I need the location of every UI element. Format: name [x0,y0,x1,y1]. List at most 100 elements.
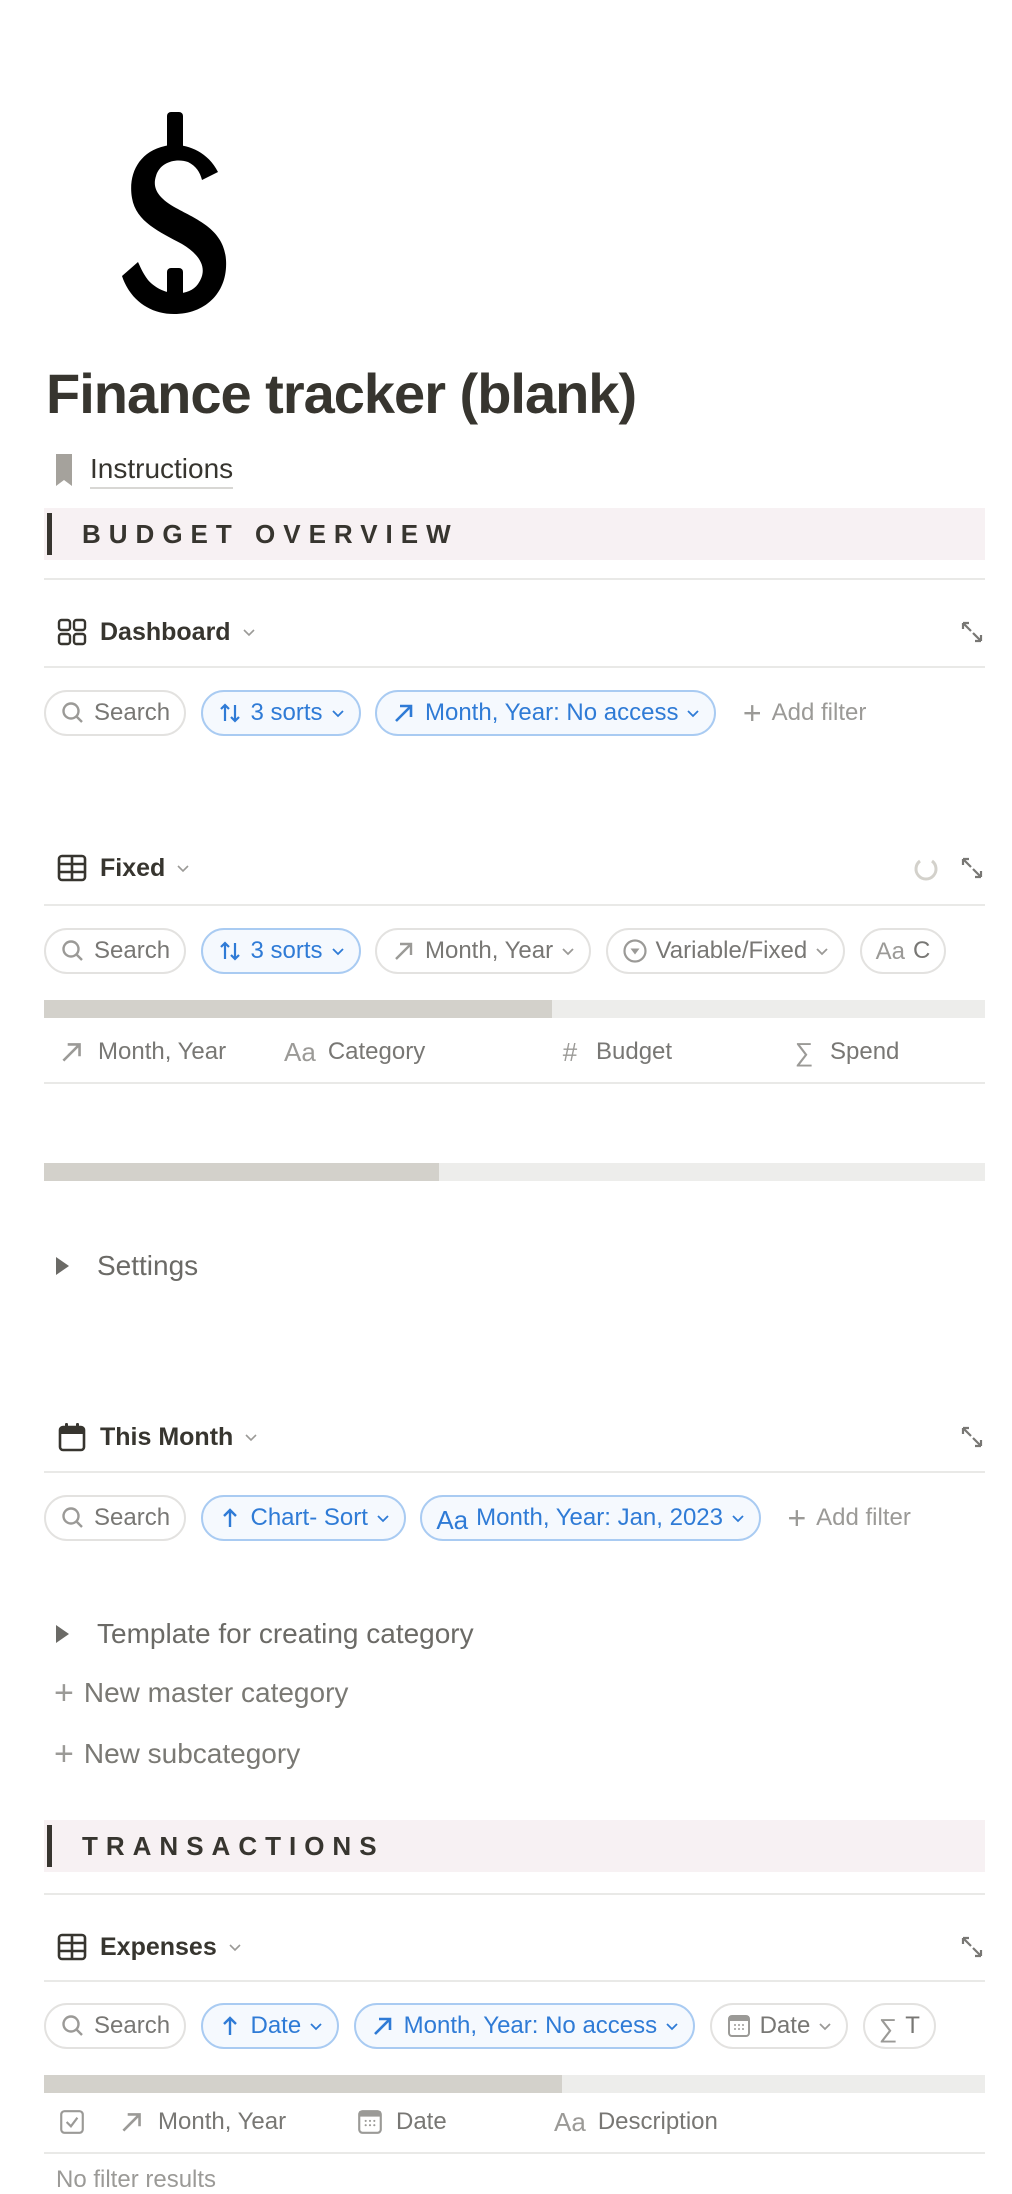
select-circle-icon [622,939,647,963]
arrow-up-icon [222,2016,237,2035]
chevron-down-icon[interactable] [227,1939,243,1955]
divider [44,666,985,668]
search-icon [62,940,83,961]
search-icon [62,1507,83,1528]
horizontal-scrollbar[interactable] [44,1163,985,1181]
chevron-down-icon [819,2023,831,2031]
relation-arrow-icon [395,704,413,722]
chevron-down-icon [331,710,344,718]
add-filter-label: Add filter [816,1504,911,1531]
add-filter-button[interactable]: + Add filter [787,1502,910,1534]
add-filter-button[interactable]: + Add filter [743,697,866,729]
chevron-down-icon[interactable] [175,860,191,876]
chevron-down-icon [816,948,828,956]
search-button[interactable]: Search [44,1495,187,1541]
expand-icon[interactable] [958,1423,986,1451]
expand-icon[interactable] [958,618,986,646]
new-master-category-button[interactable]: + New master category [54,1676,348,1710]
sort-button[interactable]: Chart- Sort [200,1495,406,1541]
column-header-month-year[interactable]: Month, Year [118,2092,286,2152]
column-header-month-year[interactable]: Month, Year [58,1022,226,1082]
category-filter[interactable]: Aa C [859,928,947,974]
month-year-filter-label: Month, Year: Jan, 2023 [476,1504,723,1531]
settings-toggle[interactable]: Settings [56,1250,198,1282]
date-filter[interactable]: Date [709,2003,849,2049]
search-label: Search [94,2012,171,2039]
view-switcher-dashboard[interactable]: Dashboard [100,618,231,647]
empty-state-text: No filter results [56,2166,217,2193]
sort-button[interactable]: Date [200,2003,340,2049]
instructions-link[interactable]: Instructions [56,450,234,490]
new-subcategory-button[interactable]: + New subcategory [54,1737,300,1771]
column-header-select[interactable] [58,2092,98,2152]
variable-fixed-filter[interactable]: Variable/Fixed [605,928,846,974]
search-label: Search [94,699,171,726]
column-header-budget[interactable]: # Budget [556,1022,672,1082]
chevron-down-icon[interactable] [243,1429,259,1445]
expenses-table-header: Month, Year Date Aa Description # [44,2092,985,2154]
sort-button[interactable]: 3 sorts [200,928,361,974]
relation-arrow-icon [373,2017,391,2035]
column-header-category[interactable]: Aa Category [284,1022,425,1082]
column-label: Budget [596,1038,673,1065]
template-toggle[interactable]: Template for creating category [56,1618,474,1650]
month-year-filter-label: Month, Year: No access [403,2012,658,2039]
divider [44,1893,985,1895]
expand-icon[interactable] [958,1933,986,1961]
chevron-down-icon [377,1515,389,1523]
view-switcher-expenses[interactable]: Expenses [100,1933,217,1962]
sort-button[interactable]: 3 sorts [200,690,361,736]
view-switcher-fixed[interactable]: Fixed [100,854,165,883]
scrollbar-thumb[interactable] [44,2075,562,2093]
relation-arrow-icon [62,1043,81,1062]
column-header-amount[interactable]: # [980,2092,985,2152]
chevron-down-icon [687,710,700,718]
month-year-filter[interactable]: Month, Year: No access [374,690,717,736]
chevron-down-icon [666,2023,678,2031]
month-year-filter[interactable]: Aa Month, Year: Jan, 2023 [420,1495,761,1541]
horizontal-scrollbar[interactable] [44,1000,985,1018]
column-header-date[interactable]: Date [356,2092,447,2152]
month-year-filter[interactable]: Month, Year [374,928,592,974]
search-button[interactable]: Search [44,2003,187,2049]
relation-arrow-icon [395,942,413,960]
plus-icon: + [742,695,762,731]
divider [44,578,985,580]
bookmark-icon [56,454,72,486]
column-header-spend[interactable]: ∑ Spend [790,1022,900,1082]
calendar-icon [58,1423,86,1452]
chevron-down-icon[interactable] [241,624,257,640]
sort-arrows-icon [219,941,240,961]
expand-icon[interactable] [958,854,986,882]
page-title[interactable]: Finance tracker (blank) [46,360,637,428]
divider [44,1980,985,1982]
new-master-category-label: New master category [83,1677,349,1708]
scrollbar-thumb[interactable] [44,1000,553,1018]
total-filter[interactable]: ∑ T [862,2003,936,2049]
view-switcher-this-month[interactable]: This Month [100,1423,233,1452]
divider [44,1471,985,1473]
variable-fixed-filter-label: Variable/Fixed [655,937,808,964]
dollar-sign-icon[interactable] [110,100,240,320]
search-button[interactable]: Search [44,928,187,974]
checkbox-icon[interactable] [58,2108,86,2136]
scrollbar-thumb[interactable] [44,1163,440,1181]
column-header-description[interactable]: Aa Description [554,2092,718,2152]
sort-arrows-icon [219,703,240,723]
add-filter-label: Add filter [771,699,867,726]
text-aa-icon: Aa [554,2106,586,2137]
divider [44,904,985,906]
month-year-filter[interactable]: Month, Year: No access [353,2003,696,2049]
chevron-down-icon [562,948,574,956]
horizontal-scrollbar[interactable] [44,2075,985,2093]
search-label: Search [94,1504,171,1531]
triangle-right-icon [56,1257,69,1275]
search-button[interactable]: Search [44,690,187,736]
expenses-filter-row: Search Date Month, Year: No access Date … [44,2003,985,2053]
triangle-right-icon [56,1625,69,1643]
fixed-table-header: Month, Year Aa Category # Budget ∑ Spend [44,1022,985,1084]
sort-label: Chart- Sort [250,1504,368,1531]
sigma-rollup-icon: ∑ [794,1036,814,1067]
transactions-heading: TRANSACTIONS [82,1830,385,1861]
search-icon [62,2015,83,2036]
